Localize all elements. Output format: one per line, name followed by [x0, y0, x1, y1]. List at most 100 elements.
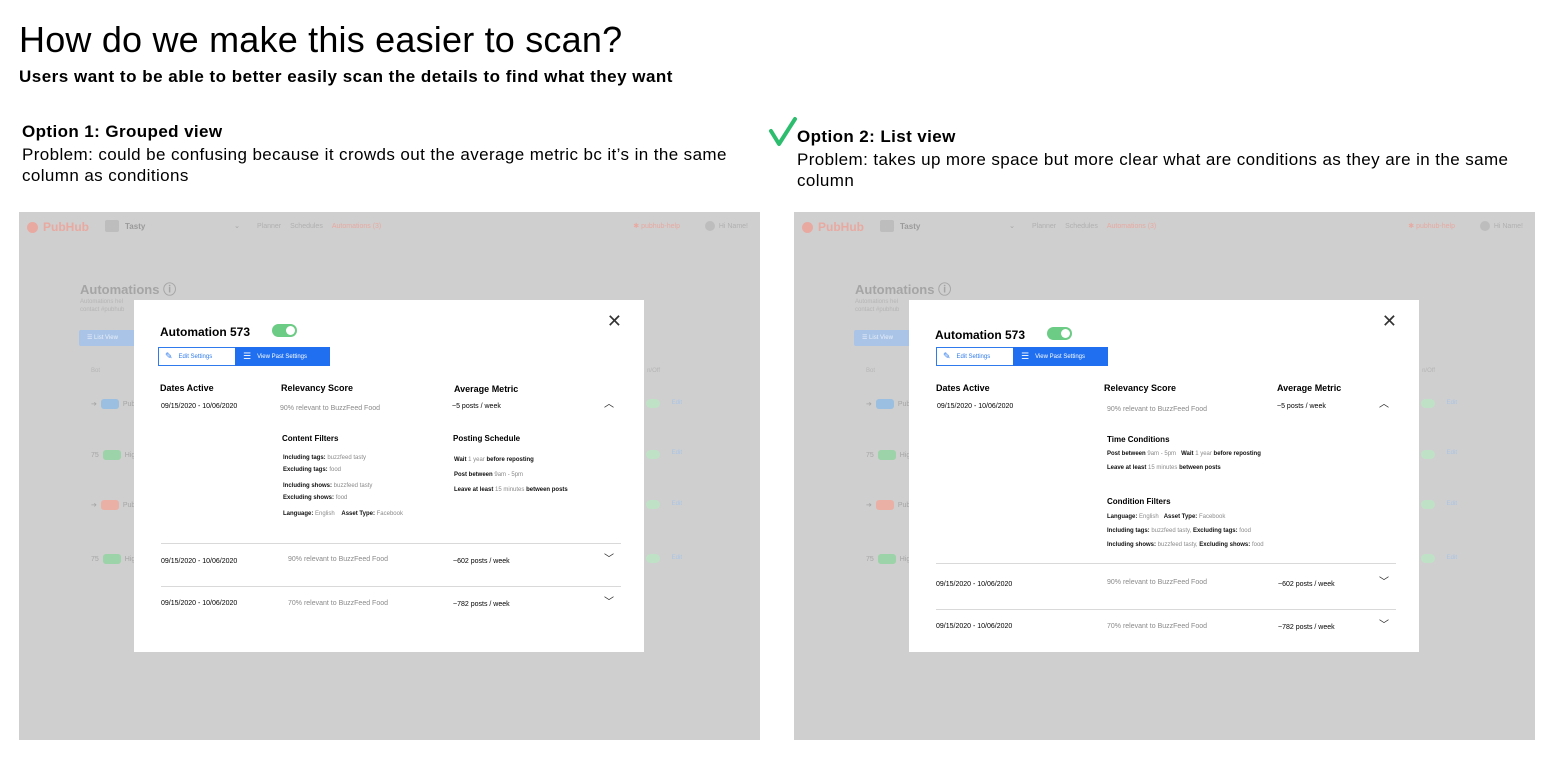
list-view-button[interactable]: ☰ List View	[79, 330, 139, 346]
list-item[interactable]: 75 High	[91, 554, 139, 564]
nav-planner[interactable]: Planner	[257, 223, 281, 230]
nav-schedules[interactable]: Schedules	[1065, 223, 1098, 230]
row-toggle[interactable]	[1421, 450, 1435, 459]
condition-filters-heading: Condition Filters	[1107, 497, 1171, 506]
bg-desc-line-1: Automations hel	[80, 299, 124, 305]
user-menu[interactable]: Hi Name!	[704, 221, 748, 231]
app-logo[interactable]: PubHub	[27, 220, 89, 234]
list-item[interactable]: 75 High	[866, 450, 914, 460]
row-toggle[interactable]	[1421, 399, 1435, 408]
row-toggle[interactable]	[1421, 500, 1435, 509]
row-edit-link[interactable]: Edit	[672, 400, 682, 406]
row-toggle[interactable]	[646, 554, 660, 563]
nav-automations[interactable]: Automations (3)	[332, 223, 381, 230]
row-2-metric: ~602 posts / week	[453, 558, 510, 565]
row-edit-link[interactable]: Edit	[1447, 450, 1457, 456]
label: Post between	[454, 472, 493, 478]
list-item[interactable]: ➔ Pub	[866, 399, 910, 409]
list-item[interactable]: 75 High	[91, 450, 139, 460]
row-3-dates: 09/15/2020 - 10/06/2020	[936, 623, 1013, 630]
row-1-dates: 09/15/2020 - 10/06/2020	[161, 403, 238, 410]
brand-selector[interactable]: Tasty ⌄	[105, 220, 240, 232]
chevron-up-icon[interactable]: ︿	[1379, 400, 1389, 410]
app-logo[interactable]: PubHub	[802, 220, 864, 234]
platform-badge-icon	[102, 554, 121, 564]
row-edit-link[interactable]: Edit	[1447, 555, 1457, 561]
row-edit-link[interactable]: Edit	[672, 501, 682, 507]
value: 15 minutes	[495, 487, 525, 493]
value: buzzfeed tasty,	[1157, 542, 1198, 548]
page-title: How do we make this easier to scan?	[19, 19, 623, 60]
list-view-label: List View	[869, 335, 893, 341]
chevron-down-icon[interactable]: ﹀	[1379, 578, 1389, 588]
row-toggle[interactable]	[646, 450, 660, 459]
help-text: pubhub-help	[641, 223, 680, 230]
view-past-label: View Past Settings	[1035, 353, 1085, 360]
user-menu[interactable]: Hi Name!	[1479, 221, 1523, 231]
row-3-metric: ~782 posts / week	[453, 601, 510, 608]
row-3-relevancy: 70% relevant to BuzzFeed Food	[1107, 623, 1208, 630]
nav-automations[interactable]: Automations (3)	[1107, 223, 1156, 230]
value: Facebook	[376, 511, 403, 517]
label: Asset Type:	[341, 511, 375, 517]
platform-badge-icon	[877, 554, 896, 564]
list-item[interactable]: ➔ Publ	[866, 500, 912, 510]
list-item[interactable]: 75 High	[866, 554, 914, 564]
list-icon: ☰	[243, 351, 252, 361]
list-view-button[interactable]: ☰ List View	[854, 330, 914, 346]
option-2-heading: Option 2: List view Problem: takes up mo…	[797, 127, 1537, 191]
edit-settings-button[interactable]: ✎ Edit Settings	[936, 347, 1014, 366]
label: Including shows:	[283, 483, 332, 489]
nav-schedules[interactable]: Schedules	[290, 223, 323, 230]
label: between posts	[1179, 465, 1221, 471]
chevron-down-icon: ⌄	[234, 223, 240, 230]
row-edit-link[interactable]: Edit	[1447, 400, 1457, 406]
automation-toggle[interactable]	[272, 324, 297, 337]
chevron-up-icon[interactable]: ︿	[604, 400, 614, 410]
row-toggle[interactable]	[646, 500, 660, 509]
row-toggle[interactable]	[1421, 554, 1435, 563]
close-icon[interactable]: ✕	[1382, 312, 1397, 330]
list-item[interactable]: ➔ Pub	[91, 399, 135, 409]
edit-settings-button[interactable]: ✎ Edit Settings	[158, 347, 236, 366]
label: Post between	[1107, 451, 1146, 457]
row-prefix: ➔	[91, 401, 97, 408]
nav-planner[interactable]: Planner	[1032, 223, 1056, 230]
edit-icon: ✎	[943, 351, 951, 361]
automation-toggle[interactable]	[1047, 327, 1072, 340]
chevron-down-icon[interactable]: ﹀	[604, 555, 614, 565]
view-past-settings-button[interactable]: ☰ View Past Settings	[235, 347, 330, 366]
modal-title: Automation 573	[160, 325, 251, 339]
label: Leave at least	[1107, 465, 1147, 471]
view-past-settings-button[interactable]: ☰ View Past Settings	[1013, 347, 1108, 366]
bg-automations-title: Automations ⓘ	[80, 279, 176, 298]
row-edit-link[interactable]: Edit	[1447, 501, 1457, 507]
time-rule-line-1: Post between 9am - 5pm Wait 1 year befor…	[1107, 451, 1261, 457]
platform-badge-icon	[877, 450, 896, 460]
col-dates-active: Dates Active	[160, 383, 214, 393]
platform-badge-icon	[875, 399, 894, 409]
bg-title-text: Automations	[855, 282, 935, 297]
row-edit-link[interactable]: Edit	[672, 450, 682, 456]
including-tags: Including tags: buzzfeed tasty	[283, 455, 366, 461]
row-edit-link[interactable]: Edit	[672, 555, 682, 561]
chevron-down-icon[interactable]: ﹀	[1379, 621, 1389, 631]
app-topbar: PubHub Tasty ⌄ Planner Schedules Automati…	[794, 212, 1535, 244]
row-toggle[interactable]	[646, 399, 660, 408]
close-icon[interactable]: ✕	[607, 312, 622, 330]
option-1-heading: Option 1: Grouped view Problem: could be…	[22, 122, 762, 186]
help-link[interactable]: ✱ pubhub-help	[633, 222, 680, 230]
list-item[interactable]: ➔ Publ	[91, 500, 137, 510]
value: English	[315, 511, 335, 517]
list-icon: ☰	[1021, 351, 1030, 361]
brand-selector[interactable]: Tasty ⌄	[880, 220, 1015, 232]
row-3-relevancy: 70% relevant to BuzzFeed Food	[288, 600, 389, 607]
edit-settings-label: Edit Settings	[178, 353, 213, 360]
help-link[interactable]: ✱ pubhub-help	[1408, 222, 1455, 230]
logo-text: PubHub	[43, 220, 89, 234]
row-2-relevancy: 90% relevant to BuzzFeed Food	[1107, 579, 1208, 586]
chevron-down-icon[interactable]: ﹀	[604, 598, 614, 608]
value: buzzfeed tasty	[327, 455, 367, 461]
user-name: Hi Name!	[1493, 222, 1523, 230]
label: Wait	[454, 457, 467, 463]
